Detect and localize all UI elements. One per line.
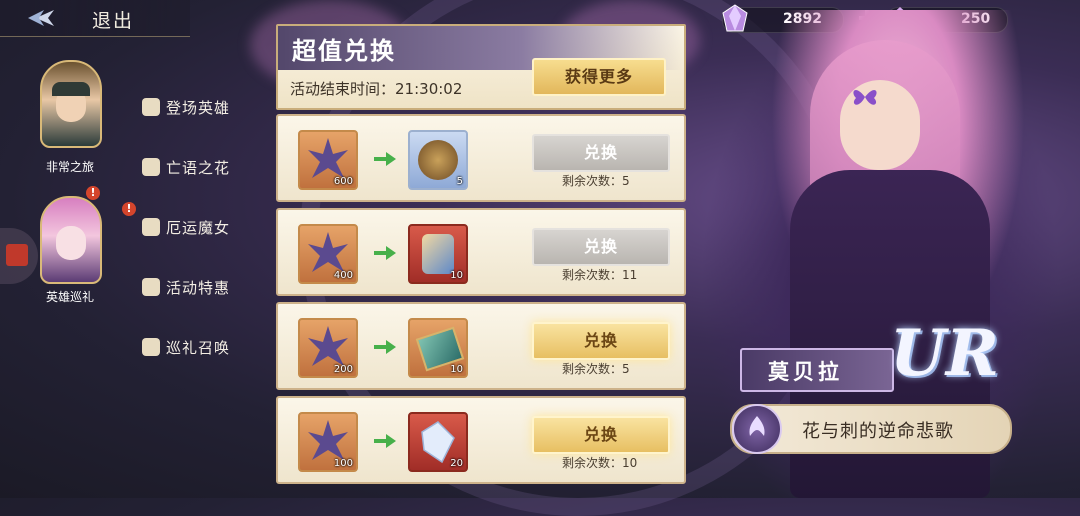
arrow-right-icon [374, 340, 396, 354]
hero-skill-name: 花与刺的逆命悲歌 [802, 421, 954, 442]
character-card-pilgrimage[interactable] [40, 196, 102, 284]
gift-icon [142, 278, 160, 296]
item-quantity: 100 [333, 458, 353, 469]
item-quantity: 20 [450, 458, 463, 469]
menu-label: 厄运魔女 [166, 218, 231, 237]
arrow-right-icon [374, 152, 396, 166]
remaining-count: 剩余次数：5 [562, 362, 630, 376]
swirl-icon [422, 234, 454, 274]
menu-label: 登场英雄 [166, 98, 231, 117]
arrow-right-icon [374, 246, 396, 260]
end-time-value: 21:30:02 [395, 80, 463, 98]
end-time-label: 活动结束时间： [290, 80, 396, 98]
item-quantity: 5 [456, 176, 463, 187]
exchange-button[interactable]: 兑换 [532, 416, 670, 454]
character-name: 英雄巡礼 [45, 290, 94, 304]
exchange-row: 200 10 兑换 剩余次数：5 [276, 302, 686, 390]
remaining-count: 剩余次数：11 [562, 268, 638, 282]
cards-icon [142, 98, 160, 116]
item-quantity: 10 [450, 270, 463, 281]
flower-token-icon[interactable]: 600 [298, 130, 358, 190]
get-more-button[interactable]: 获得更多 [532, 58, 666, 96]
alert-badge: ! [86, 186, 100, 200]
exchange-row: 400 10 兑换 剩余次数：11 [276, 208, 686, 296]
event-end-time: 活动结束时间：21:30:02 [290, 78, 462, 99]
remaining-count: 剩余次数：10 [562, 456, 638, 470]
rune-card-icon[interactable]: 10 [408, 224, 468, 284]
hero-name: 莫贝拉 [768, 360, 843, 384]
character-name: 非常之旅 [45, 160, 94, 174]
skill-book-icon[interactable]: 10 [408, 318, 468, 378]
exit-label[interactable]: 退出 [92, 6, 134, 33]
scroll-icon [142, 158, 160, 176]
flower-token-icon[interactable]: 400 [298, 224, 358, 284]
menu-label: 巡礼召唤 [166, 338, 231, 357]
remaining-count: 剩余次数：5 [562, 174, 630, 188]
menu-item-featured-heroes[interactable]: 登场英雄 [142, 94, 230, 120]
menu-item-event-deals[interactable]: 活动特惠 [142, 274, 230, 300]
exchange-row: 600 5 兑换 剩余次数：5 [276, 114, 686, 202]
pouch-icon [142, 338, 160, 356]
hero-skill-plate[interactable]: 花与刺的逆命悲歌 [730, 404, 1012, 454]
exchange-title: 超值兑换 [292, 37, 396, 65]
gift-box-icon [6, 244, 28, 266]
exchange-button[interactable]: 兑换 [532, 134, 670, 172]
flower-token-icon[interactable]: 200 [298, 318, 358, 378]
exchange-button[interactable]: 兑换 [532, 322, 670, 360]
menu-item-deathword-flower[interactable]: 亡语之花 [142, 154, 230, 180]
flower-token-icon[interactable]: 100 [298, 412, 358, 472]
hero-medal-icon[interactable]: 5 [408, 130, 468, 190]
back-arrow-icon[interactable] [26, 6, 56, 30]
item-quantity: 200 [333, 364, 353, 375]
hero-name-plate: 莫贝拉 [740, 348, 894, 392]
alert-badge: ! [122, 202, 136, 216]
menu-item-doom-witch[interactable]: 厄运魔女 [142, 214, 230, 240]
arrow-right-icon [374, 434, 396, 448]
exchange-header: 超值兑换 活动结束时间：21:30:02 获得更多 [276, 24, 686, 110]
item-quantity: 400 [333, 270, 353, 281]
crystal-shard-icon[interactable]: 20 [408, 412, 468, 472]
medal-coin-icon [418, 140, 458, 180]
exit-bar: 退出 [0, 0, 190, 37]
menu-label: 活动特惠 [166, 278, 231, 297]
exchange-row: 100 20 兑换 剩余次数：10 [276, 396, 686, 484]
butterfly-icon [853, 90, 877, 105]
item-quantity: 10 [450, 364, 463, 375]
character-card-journey[interactable] [40, 60, 102, 148]
side-gift-tab[interactable] [0, 228, 38, 284]
rarity-badge: UR [890, 316, 999, 391]
exchange-button[interactable]: 兑换 [532, 228, 670, 266]
menu-label: 亡语之花 [166, 158, 231, 177]
menu-item-pilgrimage-summon[interactable]: 巡礼召唤 [142, 334, 230, 360]
pouch-icon [142, 218, 160, 236]
item-quantity: 600 [333, 176, 353, 187]
thorn-skill-icon [732, 404, 782, 454]
